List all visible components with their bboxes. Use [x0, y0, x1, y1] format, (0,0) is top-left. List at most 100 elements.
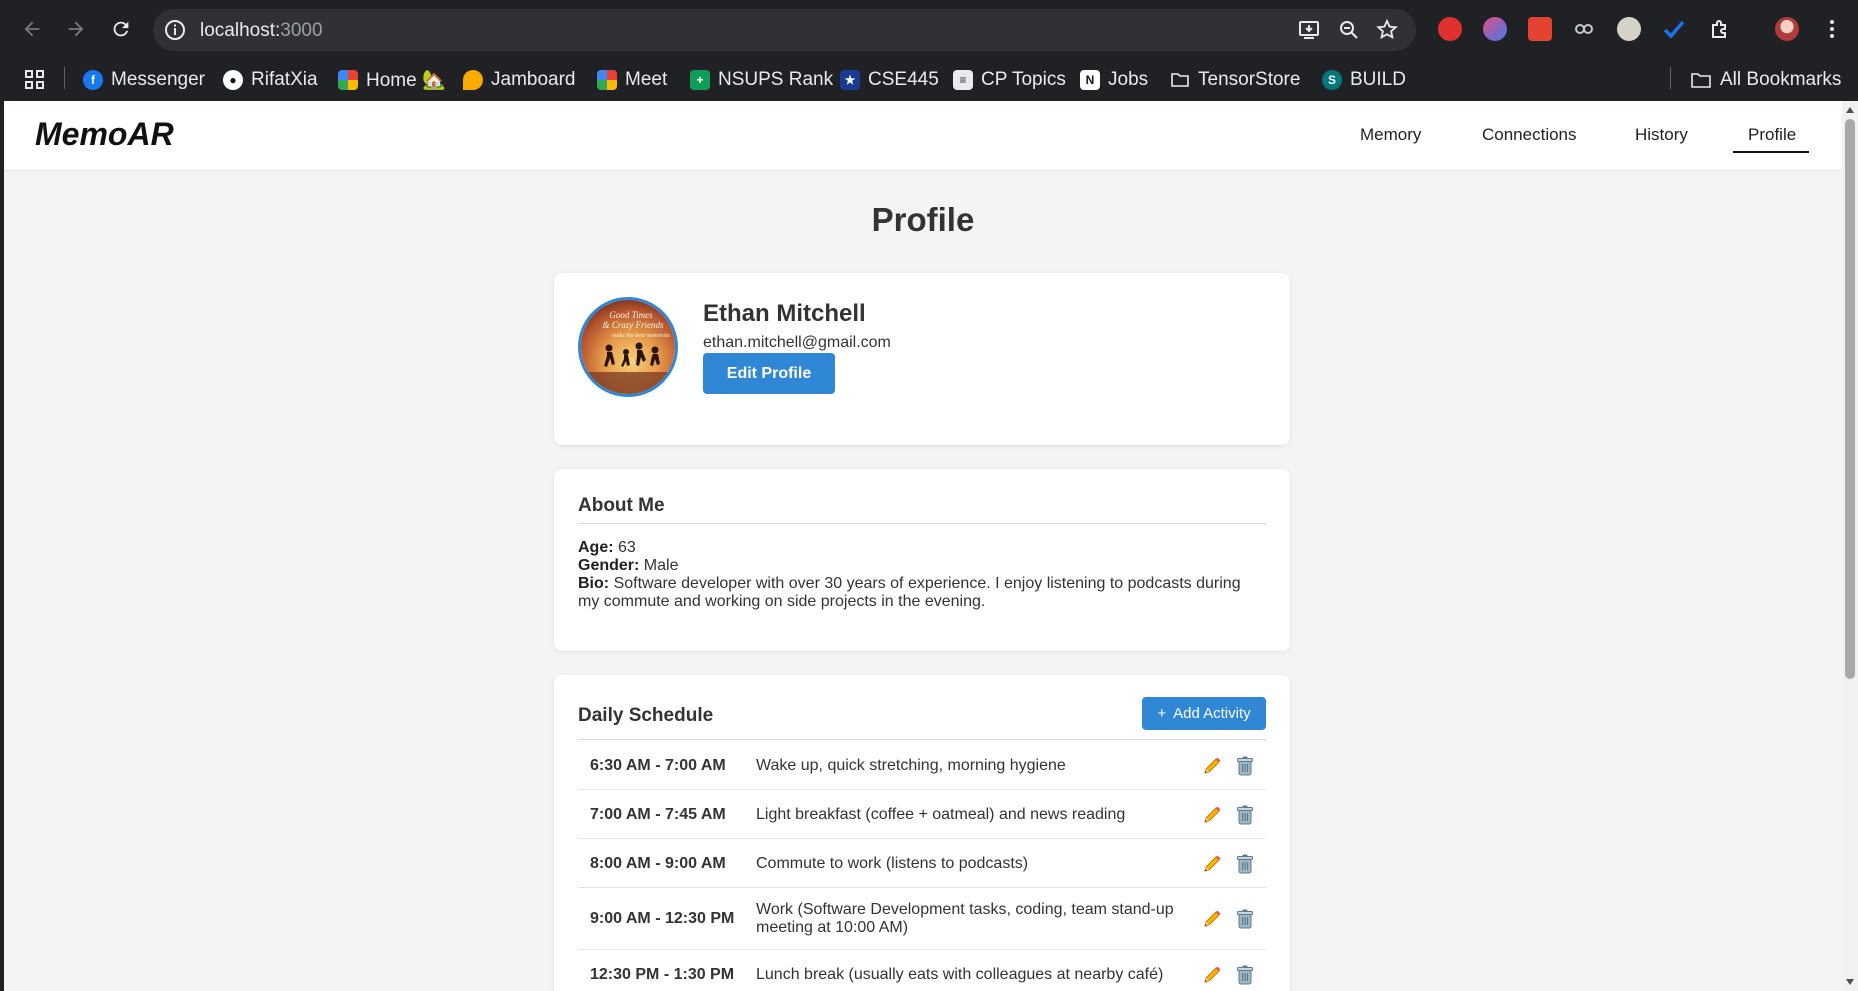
- nav-profile[interactable]: Profile: [1748, 125, 1796, 145]
- sheets-icon: +: [690, 70, 710, 90]
- browser-toolbar: localhost:3000: [0, 0, 1858, 60]
- section-divider: [578, 739, 1266, 740]
- plus-icon: +: [1157, 705, 1167, 722]
- sharepoint-icon: S: [1322, 70, 1342, 90]
- trash-icon[interactable]: [1234, 853, 1256, 875]
- age-value: 63: [618, 539, 636, 556]
- nav-connections[interactable]: Connections: [1482, 125, 1577, 145]
- meet-icon: [597, 70, 617, 90]
- bookmark-jobs[interactable]: N Jobs: [1080, 64, 1148, 96]
- forward-arrow-icon[interactable]: [58, 11, 94, 47]
- all-bookmarks[interactable]: All Bookmarks: [1690, 64, 1841, 96]
- bookmark-label: Jamboard: [491, 69, 576, 90]
- zoom-icon[interactable]: [1337, 18, 1361, 42]
- schedule-time: 6:30 AM - 7:00 AM: [590, 757, 726, 774]
- gender-line: Gender: Male: [578, 557, 1266, 575]
- scrollbar-thumb[interactable]: [1845, 119, 1855, 679]
- add-activity-label: Add Activity: [1173, 705, 1251, 722]
- trash-icon[interactable]: [1234, 755, 1256, 777]
- pencil-icon[interactable]: [1201, 755, 1223, 777]
- page-viewport: MemoAR Memory Connections History Profil…: [4, 101, 1842, 991]
- scroll-down-icon[interactable]: [1846, 979, 1854, 985]
- bio-line: Bio: Software developer with over 30 yea…: [578, 575, 1266, 611]
- bookmark-label: CSE445: [868, 69, 939, 90]
- pencil-icon[interactable]: [1201, 853, 1223, 875]
- app-logo[interactable]: MemoAR: [35, 116, 174, 153]
- profile-email: ethan.mitchell@gmail.com: [703, 334, 891, 351]
- schedule-time: 8:00 AM - 9:00 AM: [590, 855, 726, 872]
- profile-avatar-icon[interactable]: [1773, 15, 1801, 43]
- bookmarks-divider: [64, 67, 65, 89]
- schedule-activity: Commute to work (listens to podcasts): [756, 855, 1029, 872]
- meet-icon: [338, 70, 358, 90]
- app-header: MemoAR Memory Connections History Profil…: [4, 101, 1842, 171]
- trash-icon[interactable]: [1234, 908, 1256, 930]
- schedule-time: 12:30 PM - 1:30 PM: [590, 966, 735, 983]
- bookmark-cp-topics[interactable]: ≡ CP Topics: [953, 64, 1066, 96]
- bookmark-build[interactable]: S BUILD: [1322, 64, 1406, 96]
- bookmark-label: NSUPS Rank: [718, 69, 834, 90]
- extensions-puzzle-icon[interactable]: [1706, 15, 1734, 43]
- bookmark-tensorstore[interactable]: TensorStore: [1170, 64, 1300, 96]
- all-bookmarks-label: All Bookmarks: [1720, 69, 1842, 90]
- add-activity-button[interactable]: + Add Activity: [1142, 697, 1266, 730]
- nav-history[interactable]: History: [1635, 125, 1688, 145]
- messenger-icon: f: [83, 70, 103, 90]
- bio-label: Bio:: [578, 575, 610, 592]
- active-nav-indicator: [1733, 151, 1809, 153]
- schedule-activity: Lunch break (usually eats with colleague…: [756, 966, 1164, 983]
- bookmark-star-icon[interactable]: [1375, 18, 1399, 42]
- about-card: About Me Age: 63 Gender: Male Bio: Softw…: [554, 469, 1290, 651]
- trash-icon[interactable]: [1234, 964, 1256, 986]
- about-title: About Me: [578, 495, 665, 516]
- page-scrollbar[interactable]: [1842, 101, 1858, 991]
- bookmark-home[interactable]: Home 🏡: [338, 64, 446, 96]
- about-details: Age: 63 Gender: Male Bio: Software devel…: [578, 539, 1266, 611]
- schedule-time: 7:00 AM - 7:45 AM: [590, 806, 726, 823]
- jamboard-icon: [463, 70, 483, 90]
- link-extension-icon[interactable]: [1570, 15, 1598, 43]
- folder-icon: [1691, 73, 1711, 88]
- bookmark-label: Home 🏡: [366, 70, 446, 91]
- adblock-extension-icon[interactable]: [1436, 15, 1464, 43]
- pencil-icon[interactable]: [1201, 908, 1223, 930]
- url-text: localhost:3000: [200, 20, 323, 41]
- site-info-icon[interactable]: [163, 18, 187, 42]
- bookmark-label: TensorStore: [1198, 69, 1301, 90]
- checkmark-extension-icon[interactable]: [1660, 15, 1688, 43]
- install-app-icon[interactable]: [1297, 18, 1321, 42]
- age-label: Age:: [578, 539, 614, 556]
- pencil-icon[interactable]: [1201, 964, 1223, 986]
- address-bar[interactable]: localhost:3000: [153, 9, 1416, 51]
- pencil-icon[interactable]: [1201, 804, 1223, 826]
- schedule-card: Daily Schedule + Add Activity 6:30 AM - …: [554, 675, 1290, 991]
- owl-extension-icon[interactable]: [1615, 15, 1643, 43]
- schedule-row: 9:00 AM - 12:30 PM Work (Software Develop…: [578, 888, 1266, 950]
- schedule-row: 8:00 AM - 9:00 AM Commute to work (listen…: [578, 839, 1266, 888]
- bookmark-meet[interactable]: Meet: [597, 64, 667, 96]
- bookmark-rifatxia[interactable]: ● RifatXia: [223, 64, 318, 96]
- bookmark-jamboard[interactable]: Jamboard: [463, 64, 576, 96]
- nav-memory[interactable]: Memory: [1360, 125, 1421, 145]
- bookmark-label: RifatXia: [251, 69, 318, 90]
- reload-icon[interactable]: [103, 11, 139, 47]
- doc-icon: ≡: [953, 70, 973, 90]
- svg-text:Good Times: Good Times: [609, 310, 653, 320]
- more-menu-icon[interactable]: [1818, 15, 1846, 43]
- schedule-row: 6:30 AM - 7:00 AM Wake up, quick stretchi…: [578, 741, 1266, 790]
- star-icon: ★: [840, 70, 860, 90]
- bookmark-nsups-rank[interactable]: + NSUPS Rank: [690, 64, 833, 96]
- bookmark-messenger[interactable]: f Messenger: [83, 64, 205, 96]
- bio-value: Software developer with over 30 years of…: [578, 575, 1241, 610]
- trash-icon[interactable]: [1234, 804, 1256, 826]
- bookmark-cse445[interactable]: ★ CSE445: [840, 64, 939, 96]
- schedule-row: 7:00 AM - 7:45 AM Light breakfast (coffee…: [578, 790, 1266, 839]
- back-arrow-icon[interactable]: [14, 11, 50, 47]
- edit-profile-button[interactable]: Edit Profile: [703, 353, 835, 394]
- scroll-up-icon[interactable]: [1846, 107, 1854, 113]
- todoist-extension-icon[interactable]: [1526, 15, 1554, 43]
- apps-grid-icon[interactable]: [24, 64, 46, 96]
- brain-extension-icon[interactable]: [1481, 15, 1509, 43]
- folder-icon: [1171, 73, 1189, 87]
- page-title: Profile: [871, 201, 975, 238]
